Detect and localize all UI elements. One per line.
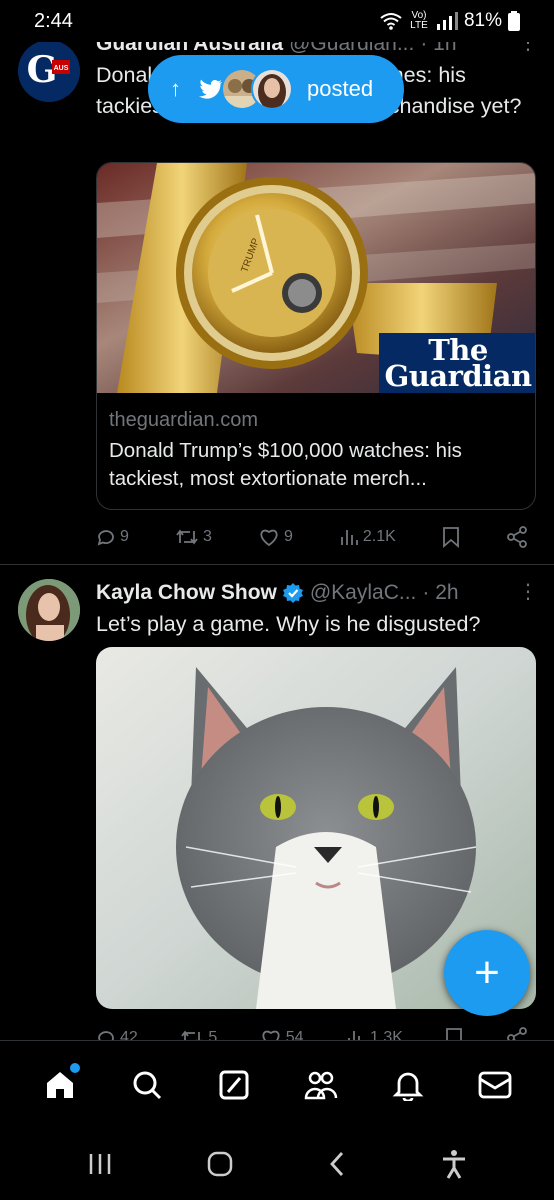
- like-count: 9: [283, 528, 293, 545]
- share-icon: [507, 526, 527, 548]
- guardian-logo-icon: G AUS: [18, 40, 80, 102]
- retweet-count: 5: [208, 1029, 218, 1040]
- share-button[interactable]: [506, 526, 528, 548]
- retweet-button[interactable]: 3: [175, 527, 212, 547]
- bookmark-icon: [446, 1028, 463, 1040]
- bookmark-button[interactable]: [442, 526, 460, 548]
- nav-search[interactable]: [123, 1061, 171, 1109]
- status-time: 2:44: [34, 9, 73, 32]
- avatar: [251, 68, 293, 110]
- tweet-actions: 9 3 9 2.1K: [96, 522, 528, 552]
- view-count: 2.1K: [362, 528, 396, 545]
- bookmark-button[interactable]: [445, 1027, 463, 1040]
- recent-apps-icon[interactable]: [87, 1152, 113, 1176]
- tweet-text: Let’s play a game. Why is he disgusted?: [96, 612, 481, 636]
- pill-avatars: [191, 68, 293, 110]
- share-button[interactable]: [506, 1027, 528, 1040]
- card-image: TRUMP The Guardian: [97, 163, 535, 393]
- status-icons: Vo) LTE 81%: [380, 10, 520, 32]
- reply-button[interactable]: 42: [96, 1028, 138, 1040]
- timeline-feed[interactable]: G AUS Guardian Australia @Guardian... · …: [0, 30, 554, 1040]
- battery-icon: [508, 11, 520, 31]
- avatar-label: AUS: [54, 65, 69, 72]
- unread-dot: [69, 1062, 80, 1073]
- views-button[interactable]: 2.1K: [339, 527, 396, 547]
- retweet-count: 3: [202, 528, 212, 545]
- link-card[interactable]: TRUMP The Guardian theguardian.com Donal…: [96, 162, 536, 510]
- arrow-up-icon: ↑: [170, 76, 181, 101]
- system-nav-bar: [0, 1128, 554, 1200]
- reply-icon: [98, 1031, 114, 1040]
- like-count: 54: [285, 1029, 304, 1040]
- messages-icon: [478, 1071, 511, 1098]
- signal-icon: [436, 12, 458, 30]
- nav-messages[interactable]: [471, 1061, 519, 1109]
- verified-badge-icon: [282, 583, 303, 603]
- handle[interactable]: @KaylaC...: [310, 581, 417, 605]
- back-icon[interactable]: [327, 1150, 347, 1178]
- reply-count: 42: [120, 1029, 138, 1040]
- card-brand: The Guardian: [384, 333, 532, 393]
- guardian-brand-logo: The Guardian: [379, 333, 535, 393]
- communities-icon: [304, 1071, 337, 1099]
- network-label: Vo) LTE: [410, 10, 428, 31]
- retweet-icon: [176, 529, 198, 545]
- bookmark-icon: [442, 527, 459, 548]
- nav-communities[interactable]: [297, 1061, 345, 1109]
- view-count: 1.3K: [370, 1029, 403, 1040]
- new-posts-pill[interactable]: ↑ posted: [148, 55, 404, 123]
- reply-icon: [97, 530, 114, 546]
- home-icon: [46, 1071, 73, 1098]
- more-options-icon[interactable]: ⋮: [518, 579, 538, 604]
- notifications-icon: [392, 1072, 423, 1101]
- tweet-actions: 42 5 54 1.3K: [96, 1023, 528, 1040]
- reply-button[interactable]: 9: [96, 527, 129, 547]
- avatar[interactable]: [18, 579, 80, 641]
- like-button[interactable]: 54: [260, 1028, 304, 1040]
- views-button[interactable]: 1.3K: [346, 1028, 403, 1040]
- heart-icon: [262, 1030, 280, 1040]
- display-name[interactable]: Kayla Chow Show: [96, 581, 277, 605]
- bottom-nav: [0, 1040, 554, 1128]
- nav-grok[interactable]: [210, 1061, 258, 1109]
- reply-count: 9: [120, 528, 129, 545]
- wifi-icon: [380, 13, 402, 30]
- home-button-icon[interactable]: [206, 1150, 234, 1178]
- nav-home[interactable]: [36, 1061, 84, 1109]
- battery-percent: 81%: [463, 10, 502, 31]
- card-domain: theguardian.com: [109, 409, 258, 431]
- views-icon: [348, 1031, 360, 1040]
- grok-icon: [219, 1070, 248, 1099]
- avatar[interactable]: G AUS: [18, 40, 80, 102]
- like-button[interactable]: 9: [258, 527, 293, 547]
- views-icon: [341, 530, 358, 545]
- status-bar: 2:44 Vo) LTE 81%: [0, 0, 554, 42]
- plus-icon: +: [474, 948, 500, 997]
- nav-notifications[interactable]: [384, 1061, 432, 1109]
- tweet-header: Kayla Chow Show @KaylaC... · 2h: [96, 579, 536, 607]
- compose-button[interactable]: +: [444, 930, 530, 1016]
- retweet-icon: [181, 1030, 203, 1040]
- kayla-avatar-image: [18, 579, 80, 641]
- pill-label: posted: [307, 76, 374, 101]
- heart-icon: [260, 529, 278, 547]
- card-title: Donald Trump’s $100,000 watches: his tac…: [109, 439, 462, 490]
- share-icon: [507, 1027, 527, 1040]
- accessibility-icon[interactable]: [440, 1149, 468, 1179]
- retweet-button[interactable]: 5: [180, 1028, 217, 1040]
- timestamp[interactable]: · 2h: [422, 581, 458, 605]
- search-icon: [133, 1071, 161, 1099]
